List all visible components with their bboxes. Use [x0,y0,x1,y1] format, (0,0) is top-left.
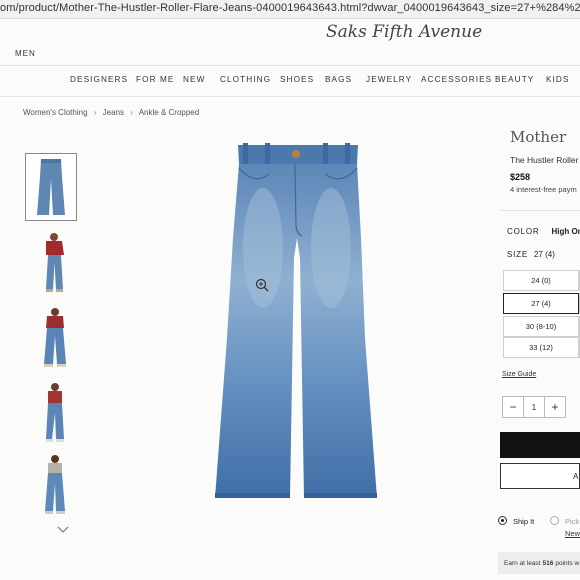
nav-bags[interactable]: BAGS [325,75,352,84]
points-prefix: Earn at least [504,559,541,567]
pickup-radio[interactable] [550,516,559,525]
thumbnail-jeans-flat[interactable] [25,153,77,221]
brand-logo[interactable]: Saks Fifth Avenue [326,22,482,42]
quantity-decrease-button[interactable]: − [503,397,524,417]
product-vendor[interactable]: Mother [510,128,566,146]
nav-jewelry[interactable]: JEWELRY [366,75,412,84]
quantity-increase-button[interactable]: + [544,397,565,417]
add-to-bag-button[interactable] [500,432,580,458]
points-suffix: points w [555,559,580,567]
quantity-value[interactable]: 1 [524,397,544,417]
thumbnail-model-front[interactable] [29,305,81,371]
thumbnail-model-red-top[interactable] [29,230,81,296]
nav-new[interactable]: NEW [183,75,205,84]
size-selector: SIZE 27 (4) [507,250,555,259]
address-bar[interactable]: om/product/Mother-The-Hustler-Roller-Fla… [0,0,580,19]
product-price: $258 [510,172,531,182]
breadcrumb-ankle-cropped[interactable]: Ankle & Cropped [139,108,199,117]
breadcrumb-chevron-icon: › [130,108,133,117]
nav-for-me[interactable]: FOR ME [136,75,174,84]
thumbnail-model-back[interactable] [29,452,81,518]
breadcrumb: Women's Clothing › Jeans › Ankle & Cropp… [23,108,203,117]
rewards-points-banner: Earn at least 516 points w [498,552,580,574]
color-value: High On [551,227,580,236]
url-text[interactable]: om/product/Mother-The-Hustler-Roller-Fla… [0,2,580,14]
breadcrumb-chevron-icon: › [93,108,97,117]
size-value: 27 (4) [533,250,555,259]
model-thumb-icon [46,233,64,292]
size-option-30[interactable]: 30 (8-10) [503,316,579,337]
size-guide-link[interactable]: Size Guide [502,371,536,378]
nav-beauty[interactable]: BEAUTY [495,75,534,84]
ship-it-radio[interactable] [498,516,507,525]
new-link[interactable]: New [565,529,580,538]
product-main-image[interactable] [205,138,385,508]
main-nav: DESIGNERS FOR ME NEW CLOTHING SHOES BAGS… [0,75,580,89]
breadcrumb-jeans[interactable]: Jeans [103,108,124,117]
size-option-24[interactable]: 24 (0) [503,270,579,291]
header-divider [0,65,580,66]
ship-it-label: Ship It [513,517,535,526]
points-value: 516 [542,559,554,567]
installments-text: 4 interest-free paym [510,185,577,194]
men-link[interactable]: MEN [15,49,36,58]
nav-divider [0,96,580,97]
thumbnail-model-side[interactable] [29,380,81,446]
nav-accessories[interactable]: ACCESSORIES [421,75,492,84]
quantity-stepper: − 1 + [502,396,566,418]
nav-shoes[interactable]: SHOES [280,75,314,84]
color-selector: COLOR High On [507,227,580,236]
chevron-down-icon[interactable] [57,526,69,534]
nav-kids[interactable]: KIDS [546,75,570,84]
model-thumb-icon [44,308,66,367]
model-thumb-icon [46,383,64,442]
options-divider [500,210,580,211]
nav-designers[interactable]: DESIGNERS [70,75,128,84]
size-option-27[interactable]: 27 (4) [503,293,579,314]
add-to-favorites-button[interactable]: ADD [500,463,580,489]
model-thumb-icon [45,455,65,514]
breadcrumb-womens-clothing[interactable]: Women's Clothing [23,108,88,117]
nav-clothing[interactable]: CLOTHING [220,75,271,84]
zoom-icon[interactable] [255,278,269,292]
pickup-label: Pick [565,517,580,526]
color-label: COLOR [507,227,540,236]
size-label: SIZE [507,250,528,259]
jeans-thumb-icon [37,159,65,215]
size-option-33[interactable]: 33 (12) [503,337,579,358]
product-name: The Hustler Roller [510,155,579,165]
